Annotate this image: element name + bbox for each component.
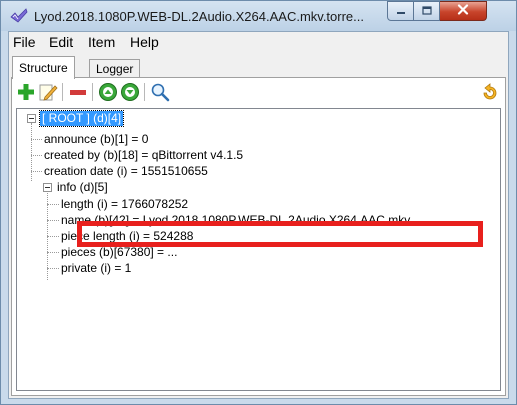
tree-connector	[47, 220, 59, 221]
tree-node[interactable]: length (i) = 1766078252	[61, 197, 188, 212]
minimize-icon	[396, 2, 406, 20]
tree-node[interactable]: pieces (b)[67380] = ...	[61, 245, 177, 260]
move-down-icon[interactable]	[120, 82, 140, 102]
tree-connector	[47, 204, 59, 205]
tree-node[interactable]: announce (b)[1] = 0	[44, 132, 148, 147]
menu-bar: File Edit Item Help	[9, 32, 508, 52]
menu-edit[interactable]: Edit	[49, 34, 73, 50]
tree-node[interactable]: creation date (i) = 1551510655	[44, 164, 208, 179]
menu-help[interactable]: Help	[130, 34, 159, 50]
tree-node[interactable]: private (i) = 1	[61, 261, 131, 276]
tree-connector	[31, 139, 42, 140]
tree-connector	[31, 123, 32, 181]
window-controls	[387, 1, 487, 23]
close-icon	[457, 2, 469, 20]
structure-tree[interactable]: [ ROOT ] (d)[4] announce (b)[1] = 0 crea…	[16, 108, 501, 391]
tree-node-name[interactable]: name (b)[42] = Lyod.2018.1080P.WEB-DL.2A…	[61, 213, 410, 228]
menu-item[interactable]: Item	[88, 34, 115, 50]
remove-icon[interactable]	[68, 82, 88, 102]
undo-icon[interactable]	[480, 82, 500, 102]
maximize-icon	[421, 2, 432, 20]
title-bar[interactable]: Lyod.2018.1080P.WEB-DL.2Audio.X264.AAC.m…	[1, 1, 516, 31]
maximize-button[interactable]	[414, 1, 440, 21]
toolbar-separator	[144, 83, 145, 101]
edit-icon[interactable]	[38, 82, 58, 102]
tab-structure[interactable]: Structure	[12, 56, 75, 79]
tree-node[interactable]: created by (b)[18] = qBittorrent v4.1.5	[44, 148, 243, 163]
window-title: Lyod.2018.1080P.WEB-DL.2Audio.X264.AAC.m…	[34, 9, 364, 24]
tree-connector	[31, 155, 42, 156]
tree-connector	[47, 252, 59, 253]
collapse-icon[interactable]	[27, 114, 36, 123]
tree-node-info[interactable]: info (d)[5]	[57, 180, 108, 195]
app-window: Lyod.2018.1080P.WEB-DL.2Audio.X264.AAC.m…	[0, 0, 517, 405]
toolbar-separator	[92, 83, 93, 101]
tab-logger[interactable]: Logger	[89, 59, 141, 78]
add-icon[interactable]	[16, 82, 36, 102]
close-button[interactable]	[440, 1, 487, 21]
tree-connector	[31, 171, 42, 172]
minimize-button[interactable]	[387, 1, 414, 21]
tree-connector	[47, 236, 59, 237]
tab-strip: Structure Logger	[9, 56, 508, 79]
tree-connector	[47, 268, 59, 269]
toolbar-separator	[62, 83, 63, 101]
toolbar	[12, 78, 505, 106]
torrent-check-icon	[10, 8, 28, 24]
menu-file[interactable]: File	[13, 34, 36, 50]
tree-node-root[interactable]: [ ROOT ] (d)[4]	[38, 110, 125, 127]
tree-node[interactable]: piece length (i) = 524288	[61, 229, 193, 244]
structure-panel: [ ROOT ] (d)[4] announce (b)[1] = 0 crea…	[11, 77, 506, 396]
search-icon[interactable]	[150, 82, 170, 102]
window-client: File Edit Item Help Structure Logger [R…	[8, 31, 509, 399]
move-up-icon[interactable]	[98, 82, 118, 102]
collapse-icon[interactable]	[43, 183, 52, 192]
